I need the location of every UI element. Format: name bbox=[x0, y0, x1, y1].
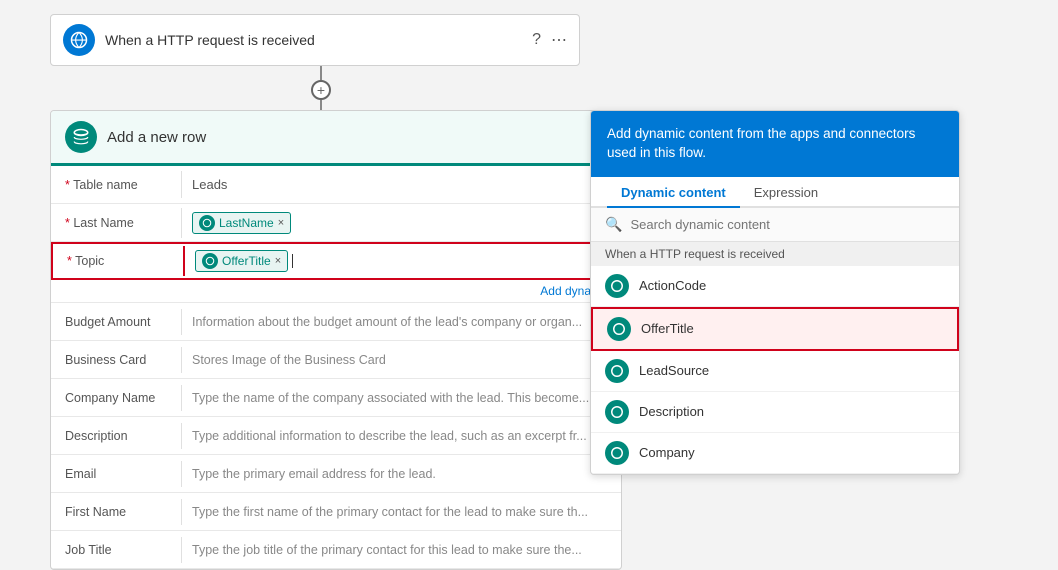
description-icon bbox=[605, 400, 629, 424]
dynamic-item-description[interactable]: Description bbox=[591, 392, 959, 433]
last-name-label: Last Name bbox=[51, 208, 181, 238]
http-more-button[interactable]: ⋯ bbox=[551, 30, 567, 50]
http-help-button[interactable]: ? bbox=[532, 31, 541, 49]
company-icon bbox=[605, 441, 629, 465]
topic-row: Topic OfferTitle × bbox=[51, 242, 621, 280]
dynamic-item-company[interactable]: Company bbox=[591, 433, 959, 474]
last-name-row: Last Name LastName × bbox=[51, 204, 621, 242]
budget-amount-label: Budget Amount bbox=[51, 307, 181, 337]
business-card-label: Business Card bbox=[51, 345, 181, 375]
company-name-row: Company Name Type the name of the compan… bbox=[51, 379, 621, 417]
dynamic-item-leadsource[interactable]: LeadSource bbox=[591, 351, 959, 392]
email-label: Email bbox=[51, 459, 181, 489]
offertitle-label: OfferTitle bbox=[641, 321, 694, 336]
offertitle-icon bbox=[607, 317, 631, 341]
description-value[interactable]: Type additional information to describe … bbox=[181, 423, 621, 449]
first-name-row: First Name Type the first name of the pr… bbox=[51, 493, 621, 531]
last-name-tag-label: LastName bbox=[219, 216, 274, 230]
budget-amount-row: Budget Amount Information about the budg… bbox=[51, 303, 621, 341]
canvas: When a HTTP request is received ? ⋯ + Ad… bbox=[0, 0, 1058, 538]
http-card-actions: ? ⋯ bbox=[532, 30, 567, 50]
search-input[interactable] bbox=[630, 217, 945, 232]
job-title-label: Job Title bbox=[51, 535, 181, 565]
job-title-value[interactable]: Type the job title of the primary contac… bbox=[181, 537, 621, 563]
http-card-title: When a HTTP request is received bbox=[105, 32, 522, 48]
topic-tag-icon bbox=[202, 253, 218, 269]
last-name-tag-close[interactable]: × bbox=[278, 217, 284, 229]
description-label: Description bbox=[639, 404, 704, 419]
table-name-label: Table name bbox=[51, 170, 181, 200]
business-card-row: Business Card Stores Image of the Busine… bbox=[51, 341, 621, 379]
dynamic-item-actioncode[interactable]: ActionCode bbox=[591, 266, 959, 307]
company-name-value[interactable]: Type the name of the company associated … bbox=[181, 385, 621, 411]
dynamic-content-panel: Add dynamic content from the apps and co… bbox=[590, 110, 960, 475]
table-name-value[interactable]: Leads bbox=[181, 171, 621, 198]
topic-label: Topic bbox=[53, 246, 183, 276]
card-header: Add a new row bbox=[51, 111, 621, 166]
panel-header: Add dynamic content from the apps and co… bbox=[591, 111, 959, 177]
company-label: Company bbox=[639, 445, 695, 460]
description-row: Description Type additional information … bbox=[51, 417, 621, 455]
form-body: Table name Leads Last Name LastName × bbox=[51, 166, 621, 569]
dynamic-item-offertitle[interactable]: OfferTitle bbox=[591, 307, 959, 351]
panel-tabs: Dynamic content Expression bbox=[591, 177, 959, 208]
first-name-label: First Name bbox=[51, 497, 181, 527]
budget-amount-value[interactable]: Information about the budget amount of t… bbox=[181, 309, 621, 335]
add-row-card: Add a new row Table name Leads Last Name… bbox=[50, 110, 622, 570]
description-label: Description bbox=[51, 421, 181, 451]
topic-tag-label: OfferTitle bbox=[222, 254, 271, 268]
search-icon: 🔍 bbox=[605, 216, 622, 233]
actioncode-icon bbox=[605, 274, 629, 298]
table-name-row: Table name Leads bbox=[51, 166, 621, 204]
tab-dynamic-content[interactable]: Dynamic content bbox=[607, 177, 740, 208]
http-trigger-card: When a HTTP request is received ? ⋯ bbox=[50, 14, 580, 66]
first-name-value[interactable]: Type the first name of the primary conta… bbox=[181, 499, 621, 525]
leadsource-label: LeadSource bbox=[639, 363, 709, 378]
business-card-value[interactable]: Stores Image of the Business Card bbox=[181, 347, 621, 373]
last-name-field[interactable]: LastName × bbox=[181, 208, 621, 238]
actioncode-label: ActionCode bbox=[639, 278, 706, 293]
search-row: 🔍 bbox=[591, 208, 959, 242]
section-header: When a HTTP request is received bbox=[591, 242, 959, 266]
http-icon bbox=[63, 24, 95, 56]
leadsource-icon bbox=[605, 359, 629, 383]
email-row: Email Type the primary email address for… bbox=[51, 455, 621, 493]
card-title: Add a new row bbox=[107, 129, 206, 146]
add-dynamic-row: Add dynam... bbox=[51, 280, 621, 303]
last-name-tag-icon bbox=[199, 215, 215, 231]
last-name-tag: LastName × bbox=[192, 212, 291, 234]
topic-tag: OfferTitle × bbox=[195, 250, 288, 272]
dataverse-icon bbox=[65, 121, 97, 153]
company-name-label: Company Name bbox=[51, 383, 181, 413]
add-step-button[interactable]: + bbox=[311, 80, 331, 100]
text-cursor bbox=[292, 254, 293, 268]
email-value[interactable]: Type the primary email address for the l… bbox=[181, 461, 621, 487]
tab-expression[interactable]: Expression bbox=[740, 177, 832, 208]
topic-field[interactable]: OfferTitle × bbox=[183, 246, 619, 276]
topic-tag-close[interactable]: × bbox=[275, 255, 281, 267]
job-title-row: Job Title Type the job title of the prim… bbox=[51, 531, 621, 569]
connector-line-top bbox=[320, 66, 322, 80]
